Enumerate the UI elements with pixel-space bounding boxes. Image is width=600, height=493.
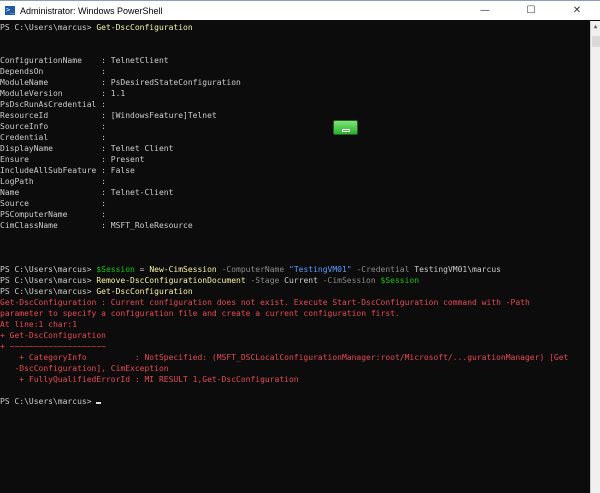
console-line: LogPath :: [0, 176, 590, 187]
console-text: ConfigurationName : TelnetClient: [0, 56, 169, 65]
console-line: ConfigurationName : TelnetClient: [0, 55, 590, 66]
console-line: At line:1 char:1: [0, 319, 590, 330]
console-line: IncludeAllSubFeature : False: [0, 165, 590, 176]
console-text: PS C:\Users\marcus>: [0, 265, 97, 274]
console-line: PS C:\Users\marcus> Get-DscConfiguration: [0, 22, 590, 33]
console-line: PS C:\Users\marcus> Get-DscConfiguration: [0, 286, 590, 297]
close-icon: ✕: [572, 5, 582, 16]
vertical-scrollbar[interactable]: ▲: [590, 21, 600, 493]
console-line: PsDscRunAsCredential :: [0, 99, 590, 110]
console-line: Source :: [0, 198, 590, 209]
console-line: ModuleName : PsDesiredStateConfiguration: [0, 77, 590, 88]
console-line: Credential :: [0, 132, 590, 143]
console-text: + Get-DscConfiguration: [0, 331, 106, 340]
console-text: -ComputerName: [216, 265, 289, 274]
console-line: + CategoryInfo : NotSpecified: (MSFT_DSC…: [0, 352, 590, 363]
console-text: ModuleVersion : 1.1: [0, 89, 126, 98]
console-text: + FullyQualifiedErrorId : MI RESULT 1,Ge…: [0, 375, 299, 384]
console-line: + Get-DscConfiguration: [0, 330, 590, 341]
console-text: -CimSession: [317, 276, 381, 285]
title-bar[interactable]: >_ Administrator: Windows PowerShell — ☐…: [0, 0, 600, 20]
console-text: Remove-DscConfigurationDocument: [96, 276, 246, 285]
console-text: Get-DscConfiguration: [96, 287, 193, 296]
console-text: parameter to specify a configuration fil…: [0, 309, 400, 318]
console-line: Ensure : Present: [0, 154, 590, 165]
console-text: PSComputerName :: [0, 210, 106, 219]
console-line: PSComputerName :: [0, 209, 590, 220]
console-text: "TestingVM01": [289, 265, 352, 274]
console-text: ModuleName : PsDesiredStateConfiguration: [0, 78, 241, 87]
console-text: + ~~~~~~~~~~~~~~~~~~~~: [0, 342, 106, 351]
console-text: DependsOn :: [0, 67, 106, 76]
console-line: + FullyQualifiedErrorId : MI RESULT 1,Ge…: [0, 374, 590, 385]
console-line: -DscConfiguration], CimException: [0, 363, 590, 374]
console-text: $Session: [96, 265, 135, 274]
console-text: Current: [284, 276, 318, 285]
window-title: Administrator: Windows PowerShell: [20, 5, 163, 16]
console-line: SourceInfo :: [0, 121, 590, 132]
console-line: ResourceId : [WindowsFeature]Telnet: [0, 110, 590, 121]
console-line: DependsOn :: [0, 66, 590, 77]
console-line: + ~~~~~~~~~~~~~~~~~~~~: [0, 341, 590, 352]
keyboard-indicator-icon: [333, 120, 358, 135]
console-text: Source :: [0, 199, 106, 208]
maximize-button[interactable]: ☐: [508, 1, 554, 20]
text-cursor: [96, 402, 102, 404]
console-text: At line:1 char:1: [0, 320, 78, 329]
console-line: Get-DscConfiguration : Current configura…: [0, 297, 590, 308]
console-line: DisplayName : Telnet Client: [0, 143, 590, 154]
console-text: -DscConfiguration], CimException: [0, 364, 169, 373]
console-text: =: [134, 265, 150, 274]
console-text: CimClassName : MSFT_RoleResource: [0, 221, 193, 230]
console-line: PS C:\Users\marcus> $Session = New-CimSe…: [0, 264, 590, 275]
console-line: PS C:\Users\marcus> Remove-DscConfigurat…: [0, 275, 590, 286]
console-line: parameter to specify a configuration fil…: [0, 308, 590, 319]
powershell-icon: >_: [5, 6, 15, 15]
console-text: LogPath :: [0, 177, 106, 186]
console-text: New-CimSession: [149, 265, 217, 274]
console-text: PsDscRunAsCredential :: [0, 100, 106, 109]
console-text: Get-DscConfiguration : Current configura…: [0, 298, 530, 307]
maximize-icon: ☐: [526, 5, 536, 16]
console-line: PS C:\Users\marcus>: [0, 396, 590, 407]
console-text: -Credential: [351, 265, 415, 274]
console-text: PS C:\Users\marcus>: [0, 287, 97, 296]
console-text: Credential :: [0, 133, 106, 142]
minimize-button[interactable]: —: [462, 1, 508, 20]
console-line: Name : Telnet-Client: [0, 187, 590, 198]
console-text: PS C:\Users\marcus>: [0, 397, 97, 406]
close-button[interactable]: ✕: [554, 1, 600, 20]
scroll-up-icon[interactable]: ▲: [591, 21, 600, 33]
console-text: $Session: [380, 276, 420, 285]
console-text: Get-DscConfiguration: [96, 23, 193, 32]
scrollbar-thumb[interactable]: [592, 36, 600, 47]
console-text: ResourceId : [WindowsFeature]Telnet: [0, 111, 217, 120]
console-text: Name : Telnet-Client: [0, 188, 174, 197]
console-text: TestingVM01\marcus: [414, 265, 501, 274]
console-text: SourceInfo :: [0, 122, 106, 131]
console-line: ModuleVersion : 1.1: [0, 88, 590, 99]
console-text: PS C:\Users\marcus>: [0, 23, 97, 32]
console-text: IncludeAllSubFeature : False: [0, 166, 135, 175]
console-text: Ensure : Present: [0, 155, 145, 164]
console-output[interactable]: PS C:\Users\marcus> Get-DscConfiguration…: [0, 21, 590, 493]
console-line: CimClassName : MSFT_RoleResource: [0, 220, 590, 231]
console-text: + CategoryInfo : NotSpecified: (MSFT_DSC…: [0, 353, 569, 362]
console-text: PS C:\Users\marcus>: [0, 276, 97, 285]
minimize-icon: —: [480, 5, 490, 16]
console-text: DisplayName : Telnet Client: [0, 144, 174, 153]
console-text: -Stage: [245, 276, 285, 285]
